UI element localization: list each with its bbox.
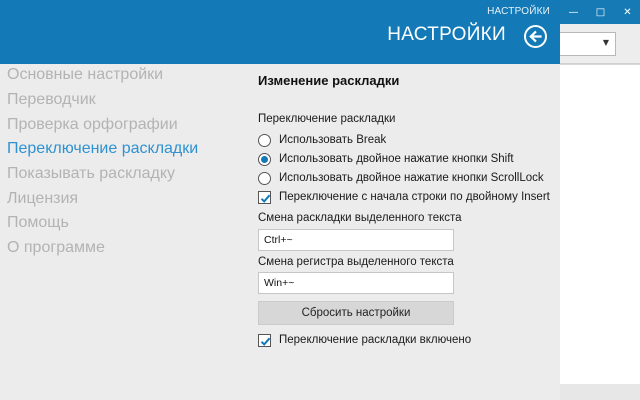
background-toolbar: ▼: [560, 24, 640, 64]
background-titlebar: — □ ✕: [560, 0, 640, 24]
section-title: Изменение раскладки: [258, 73, 400, 88]
reset-settings-button[interactable]: Сбросить настройки: [258, 301, 454, 325]
background-content: [560, 64, 640, 384]
radio-double-shift[interactable]: Использовать двойное нажатие кнопки Shif…: [258, 151, 514, 167]
background-window: — □ ✕ ▼: [560, 0, 640, 400]
radio-label: Использовать Break: [279, 134, 387, 146]
radio-button-selected[interactable]: [258, 152, 271, 166]
radio-double-scrolllock[interactable]: Использовать двойное нажатие кнопки Scro…: [258, 170, 544, 186]
nav-item-show-layout[interactable]: Показывать раскладку: [7, 165, 175, 183]
settings-header: НАСТРОЙКИ НАСТРОЙКИ: [0, 0, 560, 64]
checkbox[interactable]: [258, 333, 271, 347]
radio-label: Использовать двойное нажатие кнопки Shif…: [279, 153, 514, 165]
selected-case-label: Смена регистра выделенного текста: [258, 256, 454, 268]
caret-down-icon: ▼: [602, 38, 609, 47]
selected-layout-hotkey-field[interactable]: Ctrl+~: [258, 229, 454, 251]
selected-layout-label: Смена раскладки выделенного текста: [258, 212, 462, 224]
back-button[interactable]: [524, 25, 547, 48]
checkbox[interactable]: [258, 190, 271, 204]
nav-item-general[interactable]: Основные настройки: [7, 66, 163, 84]
nav-item-license[interactable]: Лицензия: [7, 190, 78, 208]
checkbox-insert-switch[interactable]: Переключение с начала строки по двойному…: [258, 189, 550, 205]
nav-item-spellcheck[interactable]: Проверка орфографии: [7, 116, 178, 134]
background-dropdown[interactable]: ▼: [560, 32, 616, 56]
checkbox-label: Переключение раскладки включено: [279, 334, 472, 346]
nav-item-about[interactable]: О программе: [7, 239, 105, 257]
checkmark-icon: [260, 337, 271, 346]
checkbox-label: Переключение с начала строки по двойному…: [279, 191, 550, 203]
close-button[interactable]: ✕: [614, 0, 640, 24]
checkbox-layout-enabled[interactable]: Переключение раскладки включено: [258, 332, 471, 348]
maximize-button[interactable]: □: [587, 0, 614, 24]
switch-group-label: Переключение раскладки: [258, 113, 396, 125]
settings-panel: НАСТРОЙКИ НАСТРОЙКИ Основные настройки П…: [0, 0, 560, 400]
selected-case-hotkey-field[interactable]: Win+~: [258, 272, 454, 294]
arrow-left-icon: [529, 30, 542, 43]
window-controls: — □ ✕: [560, 0, 640, 24]
radio-button[interactable]: [258, 133, 271, 147]
nav-item-translator[interactable]: Переводчик: [7, 91, 96, 109]
radio-button[interactable]: [258, 171, 271, 185]
header-small-title: НАСТРОЙКИ: [487, 6, 550, 17]
nav-item-help[interactable]: Помощь: [7, 214, 69, 232]
checkmark-icon: [260, 194, 271, 203]
radio-break[interactable]: Использовать Break: [258, 132, 386, 148]
radio-label: Использовать двойное нажатие кнопки Scro…: [279, 172, 544, 184]
nav-item-layout-switch[interactable]: Переключение раскладки: [7, 140, 198, 158]
minimize-button[interactable]: —: [560, 0, 587, 24]
page-title: НАСТРОЙКИ: [387, 24, 506, 45]
